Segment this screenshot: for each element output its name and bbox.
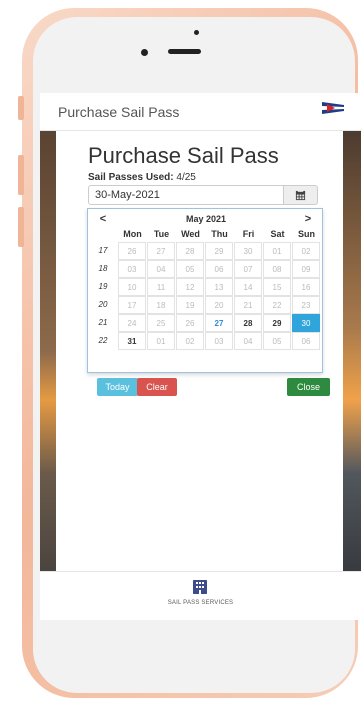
day-cell[interactable]: 08 bbox=[263, 260, 291, 278]
sail-passes-used-value: 4/25 bbox=[176, 172, 196, 183]
selected-day-cell[interactable]: 30 bbox=[292, 314, 320, 332]
day-cell[interactable]: 18 bbox=[147, 296, 175, 314]
tab-bar: SAIL PASS SERVICES bbox=[40, 571, 361, 620]
phone-volume-down bbox=[18, 207, 24, 247]
calendar-icon bbox=[295, 190, 306, 201]
background-photo-right bbox=[343, 131, 361, 620]
day-cell[interactable]: 19 bbox=[176, 296, 204, 314]
prev-month-button[interactable]: < bbox=[90, 212, 116, 227]
header-title: Purchase Sail Pass bbox=[58, 104, 180, 120]
weekday-label: Wed bbox=[181, 229, 200, 239]
next-month-button[interactable]: > bbox=[295, 212, 321, 227]
day-cell[interactable]: 09 bbox=[292, 260, 320, 278]
phone-volume-up bbox=[18, 155, 24, 195]
app-header: Purchase Sail Pass bbox=[40, 93, 361, 131]
day-cell[interactable]: 20 bbox=[205, 296, 233, 314]
weekday-label: Sat bbox=[270, 229, 285, 239]
day-cell[interactable]: 28 bbox=[234, 314, 262, 332]
day-cell[interactable]: 01 bbox=[147, 332, 175, 350]
month-label[interactable]: May 2021 bbox=[118, 212, 294, 227]
page-title: Purchase Sail Pass bbox=[88, 143, 279, 168]
day-cell[interactable]: 26 bbox=[118, 242, 146, 260]
day-cell[interactable]: 26 bbox=[176, 314, 204, 332]
phone-sensor bbox=[194, 30, 199, 35]
week-number: 19 bbox=[98, 282, 108, 291]
day-cell[interactable]: 06 bbox=[205, 260, 233, 278]
day-cell[interactable]: 05 bbox=[176, 260, 204, 278]
phone-speaker bbox=[168, 49, 201, 54]
weekday-label: Thu bbox=[211, 229, 228, 239]
day-cell[interactable]: 12 bbox=[176, 278, 204, 296]
weekday-label: Tue bbox=[153, 229, 170, 239]
day-cell[interactable]: 31 bbox=[118, 332, 146, 350]
day-cell[interactable]: 23 bbox=[292, 296, 320, 314]
day-cell[interactable]: 24 bbox=[118, 314, 146, 332]
day-cell[interactable]: 07 bbox=[234, 260, 262, 278]
day-cell[interactable]: 11 bbox=[147, 278, 175, 296]
phone-camera bbox=[141, 49, 148, 56]
day-cell[interactable]: 27 bbox=[147, 242, 175, 260]
day-cell[interactable]: 04 bbox=[147, 260, 175, 278]
close-button[interactable]: Close bbox=[287, 378, 330, 396]
week-number: 22 bbox=[98, 336, 108, 345]
sail-passes-used-label: Sail Passes Used: bbox=[88, 172, 174, 183]
sail-passes-used: Sail Passes Used: 4/25 bbox=[88, 172, 196, 183]
calendar-button[interactable] bbox=[284, 185, 318, 205]
day-cell[interactable]: 02 bbox=[292, 242, 320, 260]
day-cell[interactable]: 25 bbox=[147, 314, 175, 332]
day-cell[interactable]: 01 bbox=[263, 242, 291, 260]
day-cell[interactable]: 03 bbox=[205, 332, 233, 350]
week-number: 17 bbox=[98, 246, 108, 255]
datepicker: < May 2021 > Mon Tue Wed Thu Fri Sat Sun 17 26 2… bbox=[87, 208, 323, 373]
week-number: 21 bbox=[98, 318, 108, 327]
day-cell[interactable]: 27 bbox=[205, 314, 233, 332]
clear-button[interactable]: Clear bbox=[137, 378, 177, 396]
day-cell[interactable]: 03 bbox=[118, 260, 146, 278]
weekday-label: Fri bbox=[242, 229, 255, 239]
app-screen: Purchase Sail Pass Purchase Sail Pass Sa… bbox=[40, 93, 361, 620]
weekday-label: Mon bbox=[123, 229, 142, 239]
day-cell[interactable]: 16 bbox=[292, 278, 320, 296]
background-photo-left bbox=[40, 131, 56, 620]
day-cell[interactable]: 29 bbox=[205, 242, 233, 260]
today-button[interactable]: Today bbox=[97, 378, 138, 396]
day-cell[interactable]: 02 bbox=[176, 332, 204, 350]
day-cell[interactable]: 13 bbox=[205, 278, 233, 296]
day-cell[interactable]: 14 bbox=[234, 278, 262, 296]
day-cell[interactable]: 05 bbox=[263, 332, 291, 350]
day-cell[interactable]: 22 bbox=[263, 296, 291, 314]
week-number: 20 bbox=[98, 300, 108, 309]
day-cell[interactable]: 10 bbox=[118, 278, 146, 296]
tab-label: SAIL PASS SERVICES bbox=[167, 600, 234, 606]
building-icon bbox=[193, 580, 207, 594]
main-content: Purchase Sail Pass Sail Passes Used: 4/2… bbox=[56, 131, 343, 571]
week-number: 18 bbox=[98, 264, 108, 273]
day-cell[interactable]: 04 bbox=[234, 332, 262, 350]
weekday-label: Sun bbox=[298, 229, 315, 239]
day-cell[interactable]: 15 bbox=[263, 278, 291, 296]
day-cell[interactable]: 21 bbox=[234, 296, 262, 314]
burgee-flag-icon[interactable] bbox=[321, 101, 345, 115]
date-input[interactable]: 30-May-2021 bbox=[88, 185, 284, 205]
day-cell[interactable]: 17 bbox=[118, 296, 146, 314]
day-cell[interactable]: 28 bbox=[176, 242, 204, 260]
day-cell[interactable]: 06 bbox=[292, 332, 320, 350]
day-cell[interactable]: 29 bbox=[263, 314, 291, 332]
day-cell[interactable]: 30 bbox=[234, 242, 262, 260]
phone-mute-switch bbox=[18, 96, 24, 120]
